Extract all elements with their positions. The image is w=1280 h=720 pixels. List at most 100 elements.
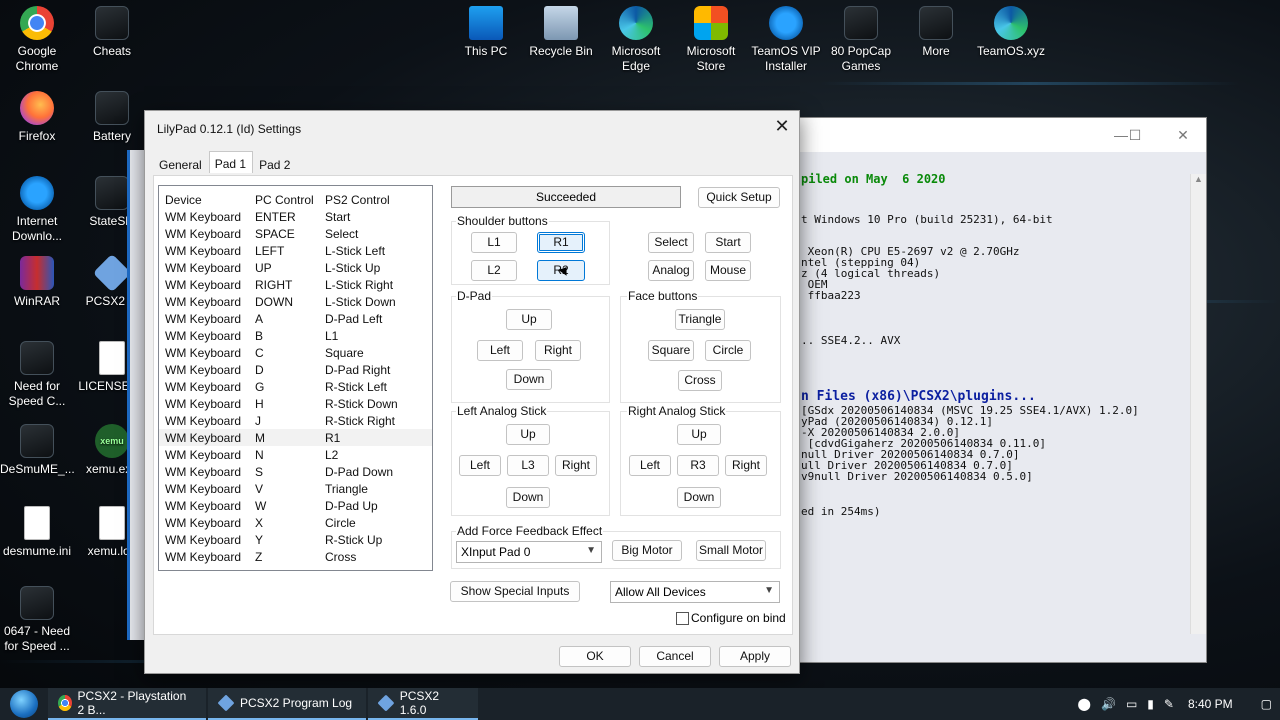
desktop-icon[interactable]: Microsoft Store [674,0,748,74]
lstick-up-button[interactable]: Up [506,424,550,445]
cancel-button[interactable]: Cancel [639,646,711,667]
column-header-device[interactable]: Device [159,186,249,208]
l2-button[interactable]: L2 [471,260,517,281]
lstick-right-button[interactable]: Right [555,455,597,476]
close-icon[interactable]: ✕ [771,115,793,137]
triangle-button[interactable]: Triangle [675,309,725,330]
desktop-icon[interactable]: DeSmuME_... [0,418,75,477]
desktop-icon[interactable]: Firefox [0,85,74,144]
big-motor-button[interactable]: Big Motor [612,540,682,561]
battery-icon[interactable]: ▮ [1147,697,1154,711]
table-row[interactable]: WM Keyboard Y R-Stick Up [159,531,432,548]
clock[interactable]: 8:40 PM [1188,697,1233,711]
desktop-icon[interactable]: Recycle Bin [524,0,598,59]
table-row[interactable]: WM Keyboard D D-Pad Right [159,361,432,378]
log-scrollbar[interactable]: ▲ [1190,174,1206,634]
l1-button[interactable]: L1 [471,232,517,253]
small-motor-button[interactable]: Small Motor [696,540,766,561]
quick-setup-button[interactable]: Quick Setup [698,187,780,208]
desktop-icon[interactable]: Need for Speed C... [0,335,74,409]
select-button[interactable]: Select [648,232,694,253]
desktop-icon[interactable]: desmume.ini [0,500,74,559]
desktop-icon[interactable]: TeamOS.xyz [974,0,1048,59]
pcsx2-log-window[interactable]: — ☐ ✕ piled on May 6 2020 t Windows 10 Pr… [780,117,1207,663]
taskbar-item-chrome[interactable]: PCSX2 - Playstation 2 B... [48,688,206,720]
lstick-left-button[interactable]: Left [459,455,501,476]
table-row[interactable]: WM Keyboard G R-Stick Left [159,378,432,395]
force-feedback-device-select[interactable]: XInput Pad 0 ▼ [456,541,602,563]
mouse-button[interactable]: Mouse [705,260,751,281]
circle-button[interactable]: Circle [705,340,751,361]
ok-button[interactable]: OK [559,646,631,667]
allow-devices-select[interactable]: Allow All Devices ▼ [610,581,780,603]
maximize-icon[interactable]: ☐ [1125,125,1145,145]
table-row[interactable]: WM Keyboard M R1 [159,429,432,446]
l3-button[interactable]: L3 [507,455,549,476]
start-button[interactable]: Start [705,232,751,253]
show-special-inputs-button[interactable]: Show Special Inputs [450,581,580,602]
lilypad-settings-dialog[interactable]: LilyPad 0.12.1 (Id) Settings ✕ General P… [144,110,800,674]
network-icon[interactable]: ⬤ [1078,697,1091,711]
volume-icon[interactable]: 🔊 [1101,697,1116,711]
rstick-up-button[interactable]: Up [677,424,721,445]
desktop-icon[interactable]: 80 PopCap Games [824,0,898,74]
table-row[interactable]: WM Keyboard SPACE Select [159,225,432,242]
tab-pad-2[interactable]: Pad 2 [253,153,297,175]
lstick-down-button[interactable]: Down [506,487,550,508]
close-icon[interactable]: ✕ [1173,125,1193,145]
column-header-ps2-control[interactable]: PS2 Control [319,186,429,208]
desktop-icon[interactable]: This PC [449,0,523,59]
desktop-icon[interactable]: Google Chrome [0,0,74,74]
r3-button[interactable]: R3 [677,455,719,476]
notifications-icon[interactable]: ▢ [1261,697,1272,711]
table-row[interactable]: WM Keyboard S D-Pad Down [159,463,432,480]
table-row[interactable]: WM Keyboard UP L-Stick Up [159,259,432,276]
table-row[interactable]: WM Keyboard N L2 [159,446,432,463]
table-row[interactable]: WM Keyboard X Circle [159,514,432,531]
table-row[interactable]: WM Keyboard W D-Pad Up [159,497,432,514]
desktop-icon[interactable]: 0647 - Need for Speed ... [0,580,74,654]
analog-button[interactable]: Analog [648,260,694,281]
table-row[interactable]: WM Keyboard RIGHT L-Stick Right [159,276,432,293]
screen-icon[interactable]: ▭ [1126,697,1137,711]
table-row[interactable]: WM Keyboard H R-Stick Down [159,395,432,412]
dpad-left-button[interactable]: Left [477,340,523,361]
binding-list[interactable]: Device PC Control PS2 Control WM Keyboar… [158,185,433,571]
rstick-left-button[interactable]: Left [629,455,671,476]
square-button[interactable]: Square [648,340,694,361]
table-row[interactable]: WM Keyboard C Square [159,344,432,361]
tab-general[interactable]: General [153,153,209,175]
rstick-right-button[interactable]: Right [725,455,767,476]
desktop-icon[interactable]: WinRAR [0,250,74,309]
taskbar-item-program-log[interactable]: PCSX2 Program Log [208,688,366,720]
table-row[interactable]: WM Keyboard DOWN L-Stick Down [159,293,432,310]
table-row[interactable]: WM Keyboard ENTER Start [159,208,432,225]
apply-button[interactable]: Apply [719,646,791,667]
desktop-icon[interactable]: More [899,0,973,59]
desktop-icon[interactable]: Microsoft Edge [599,0,673,74]
cross-button[interactable]: Cross [678,370,722,391]
table-row[interactable]: WM Keyboard B L1 [159,327,432,344]
desktop-icon[interactable]: TeamOS VIP Installer [749,0,823,74]
table-row[interactable]: WM Keyboard LEFT L-Stick Left [159,242,432,259]
table-row[interactable]: WM Keyboard Z Cross [159,548,432,565]
r1-button[interactable]: R1 [537,232,585,253]
configure-on-bind-checkbox[interactable] [676,612,689,625]
dpad-down-button[interactable]: Down [506,369,552,390]
log-window-titlebar[interactable]: — ☐ ✕ [781,118,1206,152]
desktop-icon[interactable]: Internet Downlo... [0,170,74,244]
desktop-icon[interactable]: Cheats [75,0,149,59]
dpad-up-button[interactable]: Up [506,309,552,330]
pen-icon[interactable]: ✎ [1164,697,1174,711]
table-row[interactable]: WM Keyboard A D-Pad Left [159,310,432,327]
dpad-right-button[interactable]: Right [535,340,581,361]
taskbar-item-pcsx2[interactable]: PCSX2 1.6.0 [368,688,478,720]
desktop-icon[interactable]: Battery [75,85,149,144]
rstick-down-button[interactable]: Down [677,487,721,508]
tab-pad-1[interactable]: Pad 1 [208,151,254,173]
cell-ps2-control: Triangle [325,482,368,496]
start-button[interactable] [0,688,48,720]
table-row[interactable]: WM Keyboard V Triangle [159,480,432,497]
table-row[interactable]: WM Keyboard J R-Stick Right [159,412,432,429]
column-header-pc-control[interactable]: PC Control [249,186,319,208]
